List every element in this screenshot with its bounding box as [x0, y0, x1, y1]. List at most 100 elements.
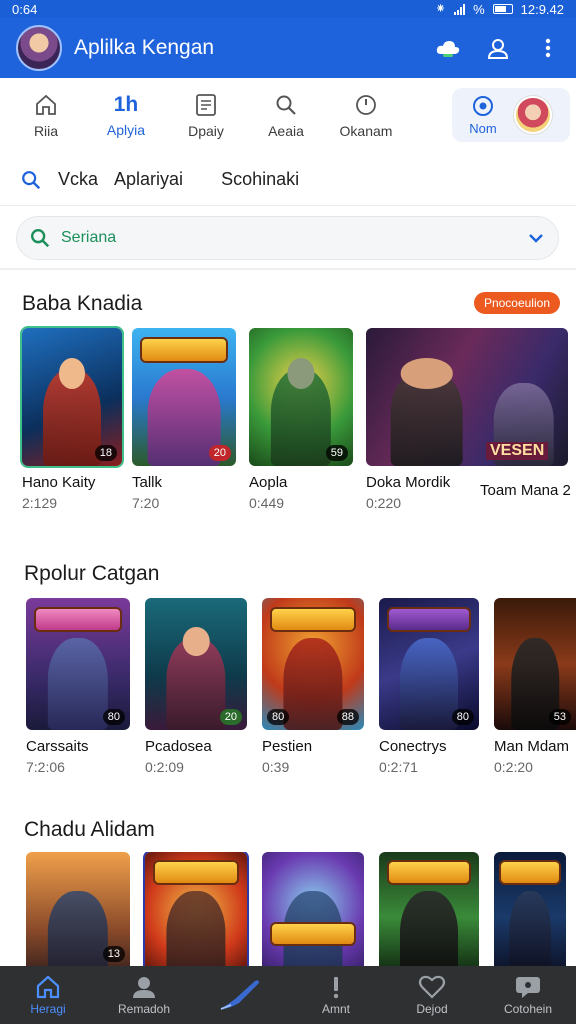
heart-icon: [418, 975, 446, 999]
tab-aeaia[interactable]: Aeaia: [246, 78, 326, 154]
profile-avatar[interactable]: [514, 96, 552, 134]
game-thumbnail: 59: [249, 328, 353, 466]
nav-remadoh[interactable]: Remadoh: [96, 966, 192, 1024]
nav-label: Dejod: [416, 1001, 448, 1016]
profile-icon[interactable]: [484, 34, 512, 62]
game-thumbnail: 53: [494, 598, 576, 730]
row-baba-knadia: 18 Hano Kaity 2:129 20 Tallk 7:20 59 Aop…: [0, 328, 576, 528]
duration-badge: 53: [548, 709, 571, 725]
game-card[interactable]: 20 Tallk 7:20: [132, 328, 236, 511]
nav-pen[interactable]: [192, 966, 288, 1024]
game-card[interactable]: 80 Carssaits 7:2:06: [26, 598, 130, 775]
duration-badge: 88: [336, 709, 359, 725]
alert-icon: [333, 976, 339, 998]
tab-icon-text: 1h: [113, 93, 139, 116]
card-meta: 0:2:71: [379, 759, 418, 775]
nav-amnt[interactable]: Amnt: [288, 966, 384, 1024]
search-icon[interactable]: [20, 169, 42, 191]
filter-chip[interactable]: Vcka: [58, 169, 98, 190]
status-clock: 12:9.42: [520, 1, 564, 17]
app-bar: Aplilka Kengan: [0, 18, 576, 78]
game-card[interactable]: 18 Hano Kaity 2:129: [22, 328, 122, 511]
tab-okanam[interactable]: Okanam: [326, 78, 406, 154]
game-thumbnail: 20: [145, 598, 247, 730]
card-title: Man Mdam: [494, 738, 570, 755]
game-card[interactable]: 80 88 Pestien 0:39: [262, 598, 364, 775]
status-time: 0:64: [12, 1, 38, 17]
game-thumbnail: [379, 852, 479, 966]
card-title: Aopla: [249, 474, 288, 491]
tab-label: Aeaia: [268, 123, 304, 139]
game-card[interactable]: 59 Aopla 0:449: [249, 328, 353, 511]
game-thumbnail: [494, 852, 566, 966]
game-card[interactable]: 80 Conectrys 0:2:71: [379, 598, 479, 775]
tab-label: Nom: [469, 120, 497, 136]
game-card[interactable]: 20 Pcadosea 0:2:09: [145, 598, 247, 775]
tab-aplyia[interactable]: 1h Aplyia: [86, 78, 166, 154]
tab-label: Aplyia: [106, 122, 146, 138]
game-card[interactable]: 53 Man Mdam 0:2:20: [494, 598, 576, 775]
nav-label: Heragi: [30, 1001, 66, 1016]
clock-icon: [356, 95, 376, 115]
nav-dejod[interactable]: Dejod: [384, 966, 480, 1024]
card-title: Pcadosea: [145, 738, 212, 755]
divider: [0, 268, 576, 270]
card-title: Tallk: [132, 474, 163, 491]
chat-icon: [516, 976, 540, 998]
tab-label: Okanam: [339, 123, 393, 139]
search-icon: [31, 229, 50, 248]
game-thumbnail: 20: [132, 328, 236, 466]
card-meta: 7:2:06: [26, 759, 65, 775]
game-thumbnail: 80: [379, 598, 479, 730]
section-title: Rpolur Catgan: [24, 562, 160, 585]
pen-icon: [220, 979, 259, 1010]
tab-dpaiy[interactable]: Dpaiy: [166, 78, 246, 154]
nav-label: Remadoh: [117, 1001, 171, 1016]
duration-badge: 18: [94, 445, 117, 461]
search-value: Seriana: [61, 229, 117, 246]
card-title: Carssaits: [26, 738, 89, 755]
game-card[interactable]: [379, 852, 479, 966]
more-vert-icon[interactable]: [534, 34, 562, 62]
tab-label: Dpaiy: [188, 123, 224, 139]
search-field[interactable]: Seriana: [16, 216, 559, 260]
game-thumbnail: 80 88: [262, 598, 364, 730]
nav-cotohein[interactable]: Cotohein: [480, 966, 576, 1024]
duration-badge: 20: [219, 709, 242, 725]
game-card[interactable]: 13: [26, 852, 130, 966]
filter-chip[interactable]: Aplariyai: [114, 169, 183, 190]
section-title: Baba Knadia: [22, 292, 143, 315]
filter-chip[interactable]: Scohinaki: [221, 169, 299, 190]
game-thumbnail: VESEN: [366, 328, 568, 466]
chevron-down-icon[interactable]: [528, 233, 544, 243]
nav-home[interactable]: Heragi: [0, 966, 96, 1024]
game-thumbnail: [145, 852, 247, 966]
duration-badge: 59: [325, 445, 348, 461]
game-thumbnail: 18: [22, 328, 122, 466]
cloud-icon[interactable]: [434, 34, 462, 62]
game-thumbnail: 80: [26, 598, 130, 730]
card-title: Conectrys: [379, 738, 447, 755]
duration-badge: 20: [208, 445, 231, 461]
status-bar: 0:64 ⁕ % 12:9.42: [0, 0, 576, 18]
app-actions: [434, 34, 562, 62]
promo-badge[interactable]: Pnocoeulion: [473, 292, 560, 314]
app-avatar[interactable]: [16, 25, 62, 71]
tab-nom[interactable]: Nom: [452, 95, 514, 136]
card-meta: 7:20: [132, 495, 160, 511]
card-title: Toam Mana 2: [480, 482, 571, 499]
game-card[interactable]: [262, 852, 364, 966]
section-title: Chadu Alidam: [24, 818, 155, 841]
tab-riia[interactable]: Riia: [6, 78, 86, 154]
game-thumbnail: [262, 852, 364, 966]
game-card[interactable]: [145, 852, 247, 966]
game-thumbnail: 13: [26, 852, 130, 966]
card-title: Pestien: [262, 738, 313, 755]
vibrate-icon: ⁕: [435, 1, 447, 16]
home-icon: [36, 975, 60, 998]
now-box: Nom: [452, 88, 570, 142]
filter-row: Vcka Aplariyai Scohinaki: [0, 154, 576, 206]
game-card[interactable]: Toam Mana 2: [480, 474, 576, 499]
home-icon: [36, 94, 56, 115]
game-card[interactable]: [494, 852, 566, 966]
